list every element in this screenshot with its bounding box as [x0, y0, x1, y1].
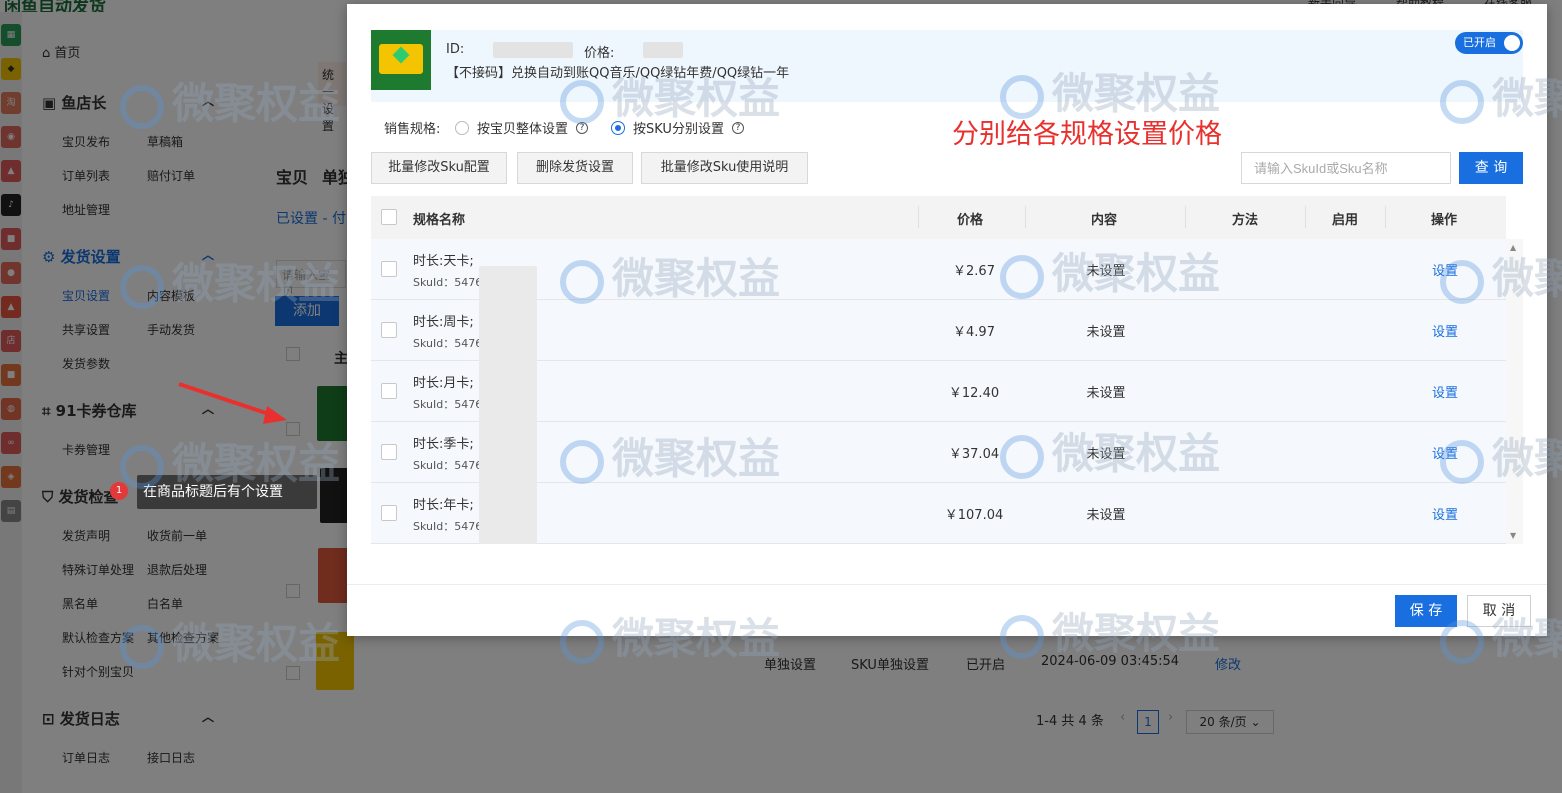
- sku-id: SkuId：54766: [413, 276, 490, 289]
- table-row: 时长:天卡; SkuId：54766 ￥2.67 未设置 设置: [371, 239, 1506, 300]
- annotation-headline: 分别给各规格设置价格: [952, 119, 1222, 150]
- table-scrollbar[interactable]: ▲ ▼: [1506, 239, 1523, 544]
- row-checkbox[interactable]: [381, 505, 397, 521]
- annotation-badge: 1: [110, 482, 128, 500]
- header-method: 方法: [1232, 213, 1259, 228]
- save-button[interactable]: 保 存: [1395, 595, 1457, 627]
- header-divider: [1385, 206, 1386, 228]
- toggle-knob: [1504, 35, 1520, 51]
- sku-id: SkuId：5476: [413, 459, 483, 472]
- radio-sku-label: 按SKU分别设置: [633, 122, 724, 137]
- sku-set-link[interactable]: 设置: [1432, 382, 1458, 401]
- help-icon[interactable]: ?: [731, 121, 744, 134]
- sku-price: ￥2.67: [953, 264, 995, 279]
- sku-price: ￥4.97: [953, 325, 995, 340]
- sku-name: 时长:周卡;: [413, 315, 474, 330]
- help-icon[interactable]: ?: [576, 121, 589, 134]
- header-price: 价格: [957, 213, 984, 228]
- sku-id: SkuId：5476: [413, 520, 483, 533]
- table-row: 时长:年卡; SkuId：5476 ￥107.04 未设置 设置: [371, 483, 1506, 544]
- cancel-button[interactable]: 取 消: [1467, 595, 1531, 627]
- footer-divider: [347, 584, 1547, 585]
- row-checkbox[interactable]: [381, 444, 397, 460]
- redacted-sku-ids: [479, 266, 537, 544]
- table-row: 时长:周卡; SkuId：5476 ￥4.97 未设置 设置: [371, 300, 1506, 361]
- query-button[interactable]: 查 询: [1459, 152, 1523, 184]
- sku-name: 时长:天卡;: [413, 254, 474, 269]
- redacted-price: [643, 42, 683, 58]
- sku-content: 未设置: [1086, 264, 1126, 279]
- header-divider: [918, 206, 919, 228]
- header-divider: [1305, 206, 1306, 228]
- batch-help-button[interactable]: 批量修改Sku使用说明: [641, 152, 808, 184]
- sku-content: 未设置: [1086, 325, 1126, 340]
- sku-price: ￥37.04: [948, 447, 1000, 462]
- product-title: 【不接码】兑换自动到账QQ音乐/QQ绿钻年费/QQ绿钻一年: [446, 66, 790, 81]
- header-name: 规格名称: [413, 213, 466, 228]
- radio-whole-product[interactable]: 按宝贝整体设置 ?: [455, 118, 589, 137]
- sku-name: 时长:季卡;: [413, 437, 474, 452]
- row-checkbox[interactable]: [381, 261, 397, 277]
- sku-content: 未设置: [1086, 386, 1126, 401]
- diamond-icon: [392, 46, 410, 64]
- red-arrow-icon: [178, 382, 287, 424]
- sku-id: SkuId：5476: [413, 337, 483, 350]
- product-id-label: ID:: [446, 42, 465, 57]
- product-thumbnail: [371, 30, 431, 90]
- sku-search-input[interactable]: [1241, 152, 1451, 184]
- table-row: 时长:月卡; SkuId：5476 ￥12.40 未设置 设置: [371, 361, 1506, 422]
- sku-content: 未设置: [1086, 508, 1126, 523]
- row-checkbox[interactable]: [381, 322, 397, 338]
- scroll-up-icon[interactable]: ▲: [1510, 243, 1516, 252]
- sku-table: 规格名称 价格 内容 方法 启用 操作 时长:天卡; SkuId：54766 ￥…: [371, 196, 1523, 544]
- row-checkbox[interactable]: [381, 383, 397, 399]
- radio-dot: [611, 120, 625, 135]
- product-card-image: [379, 44, 423, 74]
- sku-set-link[interactable]: 设置: [1432, 321, 1458, 340]
- sku-settings-modal: ID: 价格: 【不接码】兑换自动到账QQ音乐/QQ绿钻年费/QQ绿钻一年 已开…: [347, 4, 1547, 636]
- header-enabled: 启用: [1332, 213, 1359, 228]
- product-header: ID: 价格: 【不接码】兑换自动到账QQ音乐/QQ绿钻年费/QQ绿钻一年: [371, 30, 1523, 102]
- scroll-down-icon[interactable]: ▼: [1510, 531, 1516, 540]
- header-content: 内容: [1091, 213, 1118, 228]
- sku-set-link[interactable]: 设置: [1432, 260, 1458, 279]
- toggle-label: 已开启: [1463, 36, 1496, 49]
- header-action: 操作: [1431, 213, 1458, 228]
- select-all-checkbox[interactable]: [381, 209, 397, 225]
- sku-name: 时长:年卡;: [413, 498, 474, 513]
- radio-dot: [455, 120, 469, 135]
- batch-config-button[interactable]: 批量修改Sku配置: [371, 152, 507, 184]
- sku-content: 未设置: [1086, 447, 1126, 462]
- annotation-tooltip: 在商品标题后有个设置: [137, 475, 317, 509]
- header-divider: [1025, 206, 1026, 228]
- product-price-label: 价格:: [584, 46, 615, 61]
- sku-set-link[interactable]: 设置: [1432, 443, 1458, 462]
- sku-set-link[interactable]: 设置: [1432, 504, 1458, 523]
- enabled-toggle[interactable]: 已开启: [1455, 32, 1523, 54]
- header-divider: [1185, 206, 1186, 228]
- table-row: 时长:季卡; SkuId：5476 ￥37.04 未设置 设置: [371, 422, 1506, 483]
- table-header: 规格名称 价格 内容 方法 启用 操作: [371, 196, 1506, 239]
- sku-price: ￥107.04: [944, 508, 1004, 523]
- sku-name: 时长:月卡;: [413, 376, 474, 391]
- delete-delivery-button[interactable]: 删除发货设置: [517, 152, 633, 184]
- sku-price: ￥12.40: [948, 386, 1000, 401]
- sku-id: SkuId：5476: [413, 398, 483, 411]
- radio-per-sku[interactable]: 按SKU分别设置 ?: [611, 118, 744, 137]
- redacted-id: [493, 42, 573, 58]
- spec-label: 销售规格:: [384, 122, 441, 137]
- radio-whole-label: 按宝贝整体设置: [477, 122, 569, 137]
